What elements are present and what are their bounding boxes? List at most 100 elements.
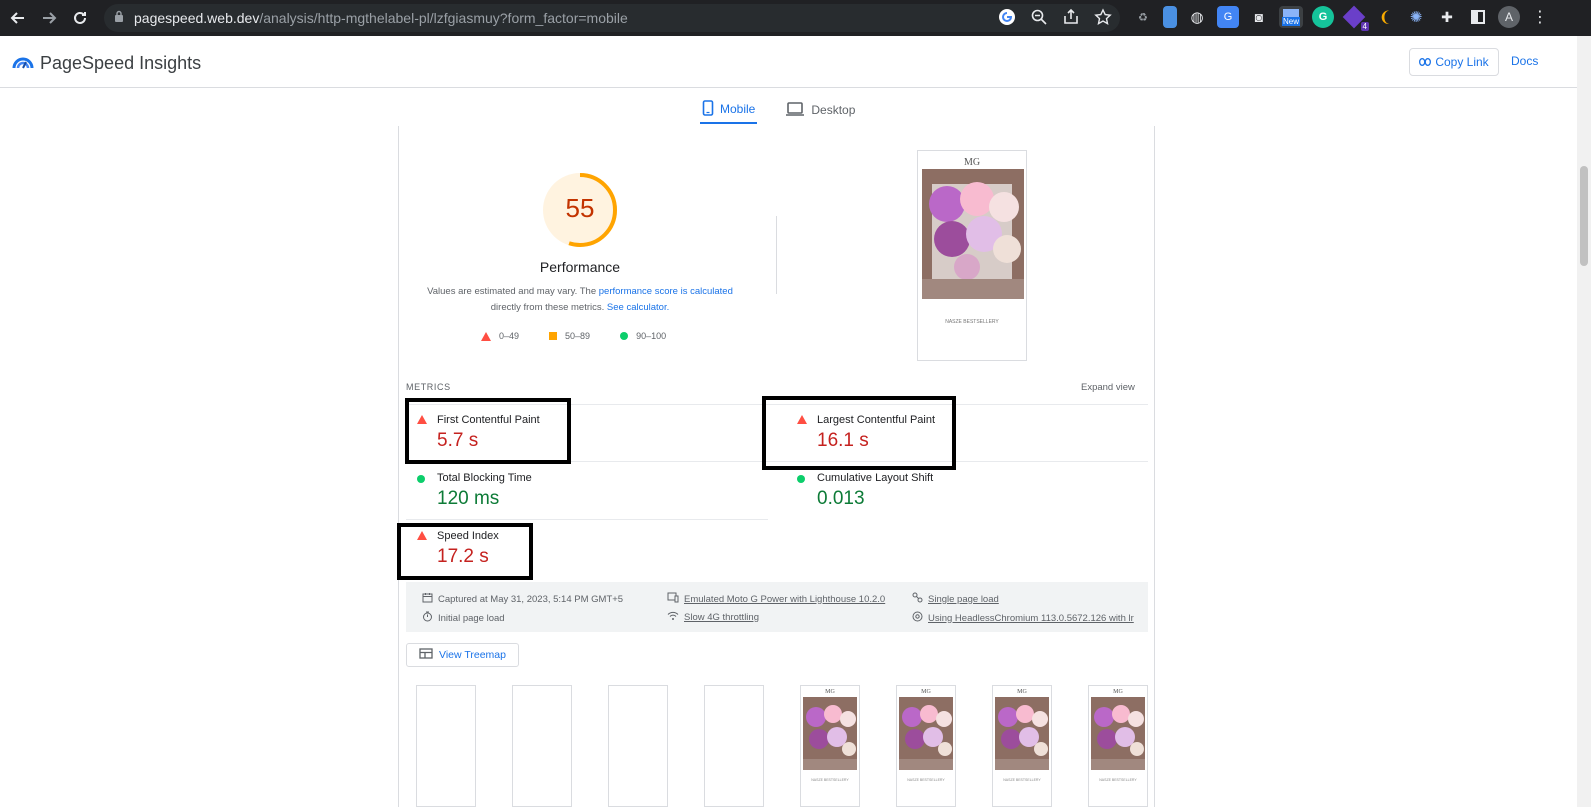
link-icon	[1419, 55, 1432, 69]
performance-score: 55	[565, 193, 595, 223]
green-circle-icon	[797, 475, 805, 483]
smartphone-icon	[702, 99, 714, 119]
zoom-icon[interactable]	[1030, 8, 1048, 31]
performance-note: Values are estimated and may vary. The p…	[427, 286, 733, 313]
psi-logo[interactable]: PageSpeed Insights	[12, 52, 201, 75]
legend-average: 50–89	[549, 331, 590, 341]
menu-kebab-icon[interactable]: ⋮	[1529, 6, 1551, 28]
swirl-extension-icon[interactable]: ✺	[1405, 6, 1427, 28]
form-factor-tabs: Mobile Desktop	[700, 96, 857, 124]
page-scrollbar[interactable]	[1577, 36, 1591, 807]
copy-link-label: Copy Link	[1435, 55, 1489, 69]
test-environment-panel: Captured at May 31, 2023, 5:14 PM GMT+5 …	[406, 582, 1148, 632]
calendar-icon	[422, 592, 433, 606]
browser-toolbar: pagespeed.web.dev/analysis/http-mgthelab…	[0, 0, 1591, 36]
camera-extension-icon[interactable]: ◙	[1248, 6, 1270, 28]
orange-square-icon	[549, 332, 558, 340]
recycle-extension-icon[interactable]: ♻	[1132, 6, 1154, 28]
site-logo: MG	[963, 157, 981, 168]
scrunchies-thumbnail	[1091, 697, 1145, 770]
expand-view-button[interactable]: Expand view	[1081, 382, 1135, 393]
url-text: pagespeed.web.dev/analysis/http-mgthelab…	[134, 10, 628, 26]
translate-extension-icon[interactable]: G	[1217, 6, 1239, 28]
treemap-icon	[419, 648, 433, 662]
share-icon[interactable]	[1062, 8, 1080, 31]
scrunchies-thumbnail	[899, 697, 953, 770]
green-circle-icon	[417, 475, 425, 483]
bookmark-star-icon[interactable]	[1094, 8, 1112, 31]
score-legend: 0–49 50–89 90–100	[481, 331, 666, 341]
tab-mobile[interactable]: Mobile	[700, 96, 758, 124]
network-throttling[interactable]: Slow 4G throttling	[667, 611, 759, 624]
scrollbar-thumb[interactable]	[1580, 166, 1588, 266]
pagespeed-gauge-icon	[12, 52, 34, 75]
lock-icon	[114, 9, 124, 27]
highlight-box-lcp	[762, 396, 956, 470]
metric-label: Cumulative Layout Shift	[817, 472, 934, 484]
tab-desktop[interactable]: Desktop	[783, 96, 857, 124]
laptop-icon	[785, 101, 805, 119]
scrunchies-thumbnail	[803, 697, 857, 770]
metrics-heading: METRICS	[406, 382, 451, 392]
captured-at: Captured at May 31, 2023, 5:14 PM GMT+5	[422, 592, 623, 606]
globe-extension-icon[interactable]: ◍	[1186, 6, 1208, 28]
red-triangle-icon	[481, 331, 491, 341]
highlight-box-fcp	[405, 398, 571, 464]
filmstrip-frame: MG NASZE BESTSELLERY	[800, 685, 860, 807]
legend-fail: 0–49	[481, 331, 519, 341]
timer-icon	[422, 611, 433, 625]
grammarly-icon[interactable]: G	[1312, 6, 1334, 28]
copy-link-button[interactable]: Copy Link	[1409, 48, 1499, 76]
scrunchies-image	[922, 169, 1024, 299]
filmstrip-frame-blank	[608, 685, 668, 807]
google-icon[interactable]	[998, 8, 1016, 31]
view-treemap-label: View Treemap	[439, 649, 506, 661]
forward-icon[interactable]	[33, 2, 65, 34]
metric-label: Total Blocking Time	[437, 472, 532, 484]
side-panel-icon[interactable]	[1467, 6, 1489, 28]
address-bar[interactable]: pagespeed.web.dev/analysis/http-mgthelab…	[104, 4, 1120, 32]
filmstrip-frame: MG NASZE BESTSELLERY	[992, 685, 1052, 807]
emulated-device[interactable]: Emulated Moto G Power with Lighthouse 10…	[667, 592, 885, 606]
tab-desktop-label: Desktop	[811, 103, 856, 117]
score-calculated-link[interactable]: performance score is calculated	[599, 286, 733, 297]
purple-extension-icon[interactable]: 4	[1342, 5, 1369, 31]
green-circle-icon	[620, 332, 629, 340]
page-header: PageSpeed Insights Copy Link Docs	[0, 36, 1577, 88]
vertical-divider	[776, 216, 777, 294]
see-calculator-link[interactable]: See calculator.	[607, 302, 669, 313]
final-screenshot: MG NASZE BESTSELLERY	[917, 150, 1027, 361]
devices-icon	[667, 592, 679, 606]
nodes-icon	[912, 592, 923, 606]
single-page-load[interactable]: Single page load	[912, 592, 999, 606]
new-extension-icon[interactable]: New	[1279, 6, 1303, 28]
performance-label: Performance	[539, 259, 621, 275]
docs-extension-icon[interactable]	[1163, 6, 1177, 28]
filmstrip-frame-blank	[704, 685, 764, 807]
metric-value: 0.013	[817, 488, 865, 509]
flame-extension-icon[interactable]: ❨	[1374, 6, 1396, 28]
filmstrip-frame-blank	[416, 685, 476, 807]
reload-icon[interactable]	[64, 2, 96, 34]
filmstrip-frame: MG NASZE BESTSELLERY	[896, 685, 956, 807]
filmstrip-frame: MG NASZE BESTSELLERY	[1088, 685, 1148, 807]
back-icon[interactable]	[2, 2, 34, 34]
app-title: PageSpeed Insights	[40, 53, 202, 73]
report-card: 55 Performance Values are estimated and …	[397, 126, 1155, 807]
view-treemap-button[interactable]: View Treemap	[406, 643, 519, 667]
wifi-icon	[667, 611, 679, 624]
chrome-icon	[912, 611, 923, 625]
metric-value: 120 ms	[437, 488, 500, 509]
metrics-row-divider	[406, 519, 768, 520]
scrunchies-thumbnail	[995, 697, 1049, 770]
highlight-box-si	[397, 523, 533, 580]
filmstrip-frame-blank	[512, 685, 572, 807]
screenshot-caption: NASZE BESTSELLERY	[945, 319, 999, 325]
tab-mobile-label: Mobile	[720, 102, 756, 116]
headless-browser[interactable]: Using HeadlessChromium 113.0.5672.126 wi…	[912, 611, 1134, 625]
initial-load: Initial page load	[422, 611, 505, 625]
profile-avatar[interactable]: A	[1498, 6, 1520, 28]
legend-pass: 90–100	[620, 331, 666, 341]
puzzle-extensions-icon[interactable]: ✚	[1436, 6, 1458, 28]
docs-link[interactable]: Docs	[1511, 54, 1538, 68]
